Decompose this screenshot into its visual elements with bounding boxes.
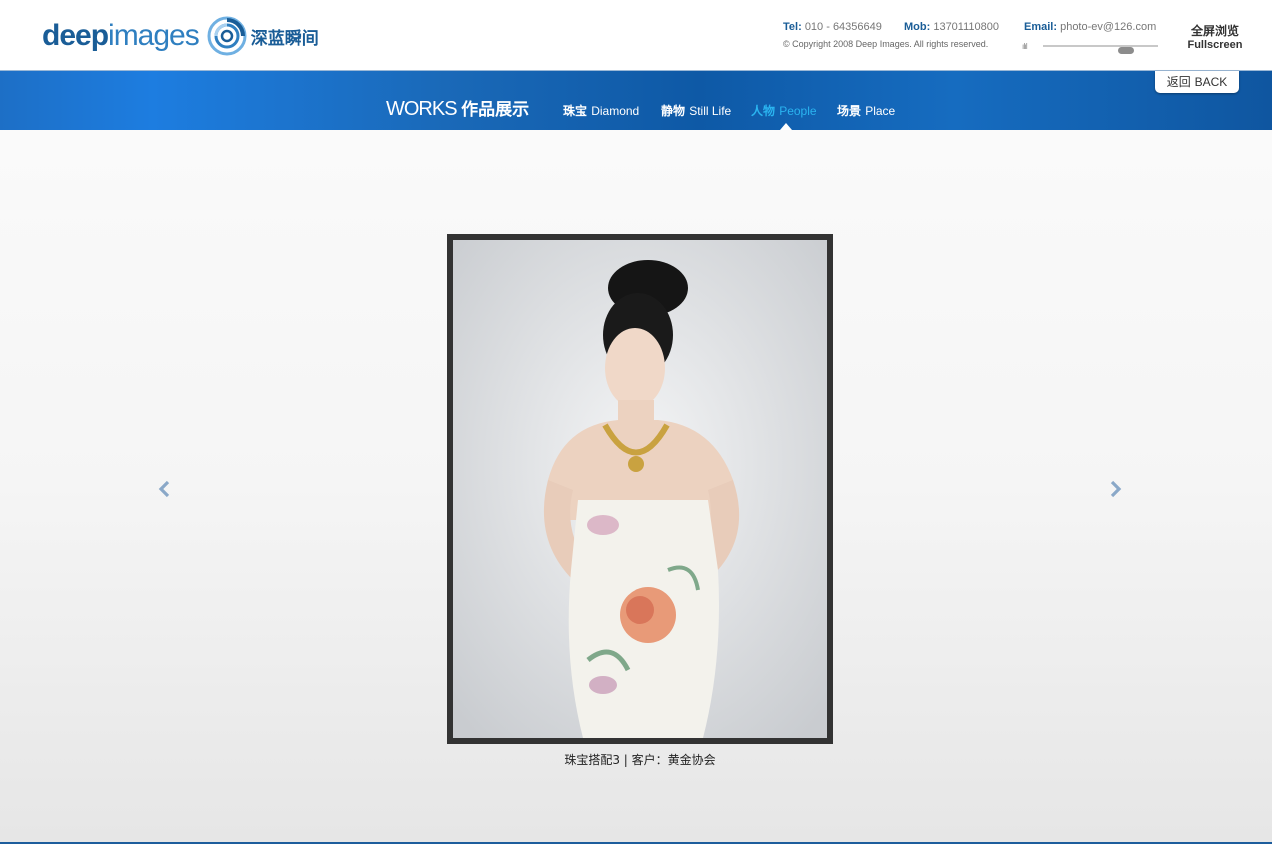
mob-info: Mob: 13701110800	[904, 21, 999, 33]
nav-item-label-en: Place	[865, 104, 896, 118]
tel-label: Tel:	[783, 21, 802, 33]
swirl-logo-icon	[207, 16, 247, 56]
tel-info: Tel: 010 - 64356649	[783, 21, 882, 33]
fullscreen-label-cn: 全屏浏览	[1190, 24, 1239, 38]
section-title-en: WORKS	[386, 98, 458, 120]
chevron-left-icon	[158, 480, 170, 498]
photo-caption: 珠宝搭配3 | 客户：黄金协会	[564, 753, 716, 767]
back-label-cn: 返回	[1166, 75, 1191, 89]
fullscreen-label-en: Fullscreen	[1187, 39, 1243, 51]
photo-frame[interactable]	[447, 234, 833, 744]
volume-slider[interactable]: ılıl	[1022, 40, 1158, 54]
nav-item-label-en: People	[779, 104, 817, 118]
nav-bar: WORKS 作品展示 珠宝 Diamond 静物 Still Life 人物 P…	[0, 70, 1272, 131]
logo-word-images: images	[108, 19, 200, 52]
chevron-right-icon	[1110, 480, 1122, 498]
mob-label: Mob:	[904, 21, 931, 33]
logo[interactable]: deep images 深蓝瞬间	[42, 12, 319, 60]
header: deep images 深蓝瞬间 Tel: 010 - 64356649 Mob:…	[0, 0, 1272, 70]
email-label: Email:	[1024, 21, 1058, 33]
nav-item-label-cn: 珠宝	[563, 104, 588, 118]
volume-track[interactable]	[1043, 45, 1158, 54]
email-value[interactable]: photo-ev@126.com	[1060, 21, 1156, 33]
back-label-en: BACK	[1194, 75, 1228, 89]
logo-chinese: 深蓝瞬间	[250, 28, 319, 49]
nav-item-place[interactable]: 场景 Place	[837, 102, 895, 119]
nav-item-label-en: Diamond	[591, 104, 640, 118]
fullscreen-button[interactable]: 全屏浏览 Fullscreen	[1183, 22, 1247, 51]
volume-bars-icon: ılıl	[1022, 42, 1028, 51]
section-title: WORKS 作品展示	[386, 95, 529, 121]
email-info: Email: photo-ev@126.com	[1024, 21, 1156, 33]
volume-knob[interactable]	[1118, 47, 1134, 54]
copyright: © Copyright 2008 Deep Images. All rights…	[783, 39, 989, 49]
nav-item-people[interactable]: 人物 People	[751, 102, 817, 119]
nav-item-still-life[interactable]: 静物 Still Life	[661, 102, 731, 119]
portrait-photo	[453, 240, 827, 738]
next-button[interactable]	[1108, 478, 1124, 500]
nav-item-label-cn: 静物	[661, 104, 686, 118]
bottom-border	[0, 842, 1272, 849]
nav-item-diamond[interactable]: 珠宝 Diamond	[563, 102, 639, 119]
logo-word-deep: deep	[42, 19, 109, 52]
active-pointer-icon	[780, 123, 792, 130]
prev-button[interactable]	[156, 478, 172, 500]
tel-value: 010 - 64356649	[804, 21, 882, 33]
nav-item-label-cn: 人物	[751, 104, 776, 118]
back-button[interactable]: 返回 BACK	[1155, 71, 1239, 93]
mob-value: 13701110800	[933, 21, 999, 33]
section-title-cn: 作品展示	[461, 100, 530, 120]
nav-item-label-en: Still Life	[689, 104, 732, 118]
nav-item-label-cn: 场景	[837, 104, 862, 118]
